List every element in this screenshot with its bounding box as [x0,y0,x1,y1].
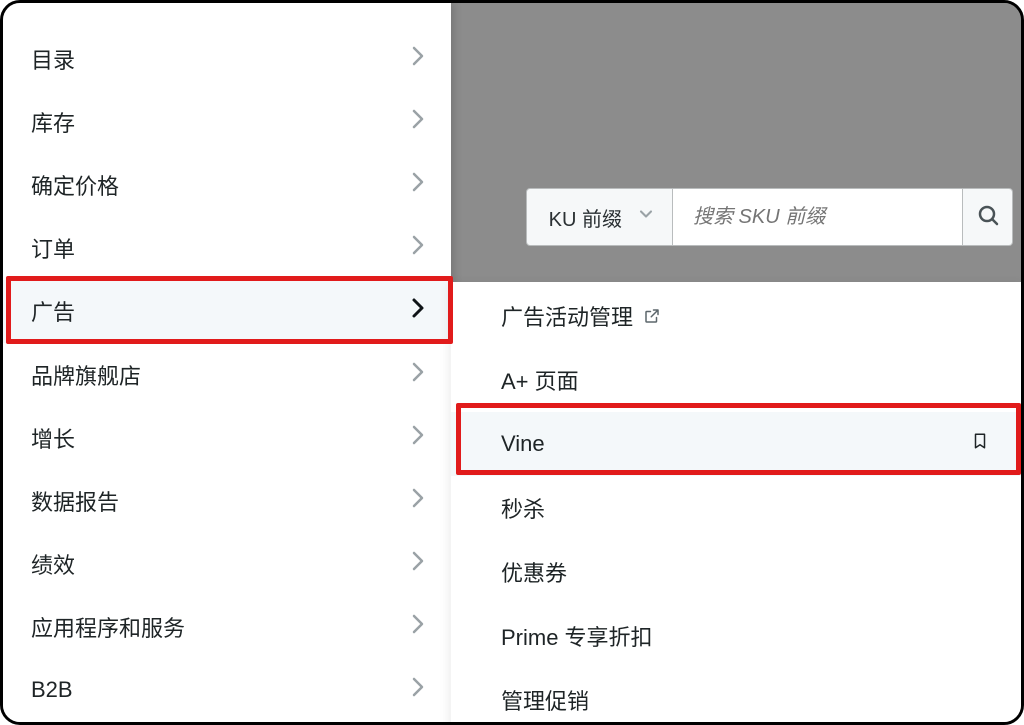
bookmark-icon[interactable] [971,430,989,458]
nav-label: 库存 [31,106,75,138]
nav-label: 订单 [31,232,75,264]
submenu-label: 秒杀 [501,492,545,524]
submenu-label: A+ 页面 [501,364,579,396]
submenu-item-coupons[interactable]: 优惠券 [451,540,1023,604]
nav-label: 数据报告 [31,485,119,517]
chevron-right-icon [411,234,425,262]
nav-label: 目录 [31,43,75,75]
chevron-right-icon [411,424,425,452]
nav-label: 确定价格 [31,169,119,201]
submenu-label: 广告活动管理 [501,300,633,332]
chevron-right-icon [411,550,425,578]
nav-label: 绩效 [31,548,75,580]
nav-label: 应用程序和服务 [31,611,185,643]
nav-item-reports[interactable]: 数据报告 [3,469,451,532]
app-window: KU 前缀 目录 库存 确定价格 订单 广告 [0,0,1024,725]
chevron-right-icon [411,297,425,325]
chevron-right-icon [411,613,425,641]
submenu-item-campaign-manager[interactable]: 广告活动管理 [451,284,1023,348]
submenu-item-a-plus[interactable]: A+ 页面 [451,348,1023,412]
submenu-item-vine[interactable]: Vine [451,412,1023,476]
chevron-right-icon [411,171,425,199]
primary-nav: 目录 库存 确定价格 订单 广告 品牌旗舰店 增长 数据报告 [3,3,451,722]
search-button[interactable] [963,188,1013,246]
nav-item-pricing[interactable]: 确定价格 [3,153,451,216]
submenu-item-prime-discount[interactable]: Prime 专享折扣 [451,604,1023,668]
submenu-item-lightning-deals[interactable]: 秒杀 [451,476,1023,540]
external-link-icon [643,307,661,325]
submenu-label: Prime 专享折扣 [501,620,653,652]
submenu-label: 优惠券 [501,556,567,588]
chevron-right-icon [411,487,425,515]
nav-label: 品牌旗舰店 [31,359,141,391]
nav-item-inventory[interactable]: 库存 [3,90,451,153]
nav-item-orders[interactable]: 订单 [3,217,451,280]
chevron-right-icon [411,676,425,704]
chevron-right-icon [411,361,425,389]
nav-item-b2b[interactable]: B2B [3,659,451,722]
sku-prefix-dropdown[interactable]: KU 前缀 [526,188,673,246]
nav-label: 增长 [31,422,75,454]
nav-item-growth[interactable]: 增长 [3,406,451,469]
nav-item-catalog[interactable]: 目录 [3,27,451,90]
submenu-label: 管理促销 [501,684,589,716]
advertising-submenu: 广告活动管理 A+ 页面 Vine 秒杀 优惠券 Prime 专享折扣 管理促销 [451,282,1023,725]
chevron-down-icon [636,204,656,230]
chevron-right-icon [411,45,425,73]
nav-item-brand-store[interactable]: 品牌旗舰店 [3,343,451,406]
nav-label: 广告 [31,295,75,327]
search-icon [976,203,1000,232]
sku-search-input[interactable] [673,188,963,246]
submenu-label: Vine [501,431,545,457]
nav-item-advertising[interactable]: 广告 [3,280,451,343]
sku-dropdown-label: KU 前缀 [549,203,622,232]
chevron-right-icon [411,108,425,136]
nav-item-performance[interactable]: 绩效 [3,533,451,596]
submenu-item-manage-promotions[interactable]: 管理促销 [451,668,1023,725]
search-bar: KU 前缀 [526,188,1013,246]
nav-item-apps-services[interactable]: 应用程序和服务 [3,596,451,659]
nav-label: B2B [31,677,73,703]
